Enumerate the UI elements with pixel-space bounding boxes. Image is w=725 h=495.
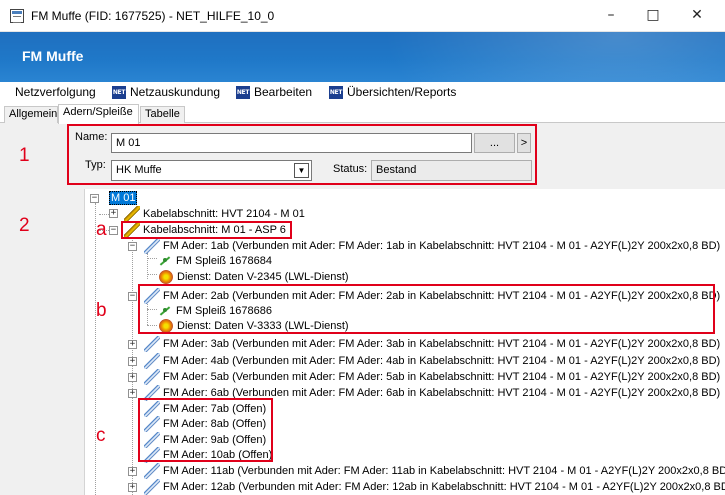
tree-node-label: FM Ader: 11ab (Verbunden mit Ader: FM Ad… (163, 464, 725, 477)
menu-uebersichten-reports[interactable]: NET Übersichten/Reports (329, 85, 456, 99)
tree-node-label: Kabelabschnitt: HVT 2104 - M 01 (143, 207, 305, 220)
collapse-toggle[interactable]: − (90, 194, 99, 203)
header-band: FM Muffe (0, 32, 725, 82)
page-title: FM Muffe (22, 48, 84, 64)
tree-node-label: FM Spleiß 1678684 (176, 254, 272, 267)
annotation-label-a: a (96, 219, 107, 240)
net-icon: NET (329, 85, 343, 99)
fiber-icon (144, 462, 160, 479)
tree-connector (95, 203, 96, 495)
expand-toggle[interactable]: + (128, 357, 137, 366)
collapse-toggle[interactable]: − (128, 242, 137, 251)
tree-node-fiber[interactable]: FM Ader: 11ab (Verbunden mit Ader: FM Ad… (144, 462, 725, 479)
tree-node-fiber[interactable]: FM Ader: 3ab (Verbunden mit Ader: FM Ade… (144, 335, 720, 352)
tree-node-fiber[interactable]: FM Ader: 4ab (Verbunden mit Ader: FM Ade… (144, 352, 720, 369)
menu-bar: Netzverfolgung NET Netzauskundung NET Be… (0, 82, 725, 104)
fiber-icon (144, 368, 160, 385)
tree-node-label: FM Ader: 12ab (Verbunden mit Ader: FM Ad… (163, 480, 725, 493)
tree-connector (147, 274, 157, 275)
menu-item-label: Übersichten/Reports (347, 85, 457, 99)
net-icon: NET (112, 85, 126, 99)
expand-toggle[interactable]: + (128, 389, 137, 398)
tree-node-fiber[interactable]: FM Ader: 5ab (Verbunden mit Ader: FM Ade… (144, 368, 720, 385)
tab-adern-spleisse[interactable]: Adern/Spleiße (58, 104, 139, 124)
annotation-label-c: c (96, 425, 106, 446)
cable-icon (124, 205, 140, 222)
tree-node-label: FM Ader: 3ab (Verbunden mit Ader: FM Ade… (163, 337, 721, 350)
tree-node-label: FM Ader: 6ab (Verbunden mit Ader: FM Ade… (163, 386, 721, 399)
maximize-icon[interactable]: □ (642, 4, 664, 26)
tree-node-label: Dienst: Daten V-2345 (LWL-Dienst) (177, 270, 349, 283)
tab-allgemein[interactable]: Allgemein (4, 106, 58, 123)
menu-item-label: Netzauskundung (130, 85, 221, 99)
annotation-label-b: b (96, 300, 107, 321)
expand-toggle[interactable]: + (128, 340, 137, 349)
expand-toggle[interactable]: + (128, 467, 137, 476)
tree-node-splice[interactable]: FM Spleiß 1678684 (157, 252, 272, 269)
fiber-icon (144, 352, 160, 369)
menu-item-label: Netzverfolgung (15, 85, 96, 99)
fiber-icon (144, 478, 160, 495)
tree-connector (147, 258, 157, 259)
tree-node-label: FM Ader: 5ab (Verbunden mit Ader: FM Ade… (163, 370, 721, 383)
expand-toggle[interactable]: + (128, 483, 137, 492)
annotation-box-c (138, 398, 273, 462)
tree-connector (147, 253, 148, 279)
close-icon[interactable]: ✕ (686, 4, 708, 26)
tree-connector (132, 237, 133, 495)
net-icon: NET (236, 85, 250, 99)
tree-node-label: FM Ader: 4ab (Verbunden mit Ader: FM Ade… (163, 354, 721, 367)
service-icon (159, 269, 173, 284)
menu-bearbeiten[interactable]: NET Bearbeiten (236, 85, 312, 99)
tab-strip: Allgemein Adern/Spleiße Tabelle (0, 104, 725, 124)
annotation-box-a (121, 221, 292, 239)
annotation-label-1: 1 (19, 145, 30, 166)
tree-node-service[interactable]: Dienst: Daten V-2345 (LWL-Dienst) (159, 268, 349, 285)
tree-node-fiber[interactable]: FM Ader: 12ab (Verbunden mit Ader: FM Ad… (144, 478, 725, 495)
expand-toggle[interactable]: + (128, 373, 137, 382)
splice-icon (157, 253, 173, 269)
annotation-box-b (138, 284, 715, 334)
annotation-label-2: 2 (19, 215, 30, 236)
menu-netzauskundung[interactable]: NET Netzauskundung (112, 85, 220, 99)
collapse-toggle[interactable]: − (109, 226, 118, 235)
tree-node-label: FM Ader: 1ab (Verbunden mit Ader: FM Ade… (163, 239, 721, 252)
menu-netzverfolgung[interactable]: Netzverfolgung (15, 85, 96, 99)
app-window-icon (10, 9, 24, 23)
tree-root-node[interactable]: M 01 (109, 189, 138, 206)
fiber-icon (144, 335, 160, 352)
collapse-toggle[interactable]: − (128, 292, 137, 301)
expand-toggle[interactable]: + (109, 209, 118, 218)
minimize-icon[interactable]: – (600, 4, 622, 26)
tree-root-label: M 01 (109, 190, 138, 205)
annotation-box-1 (67, 124, 537, 185)
window-title: FM Muffe (FID: 1677525) - NET_HILFE_10_0 (31, 9, 275, 23)
menu-item-label: Bearbeiten (254, 85, 313, 99)
title-bar: FM Muffe (FID: 1677525) - NET_HILFE_10_0… (0, 0, 725, 32)
tab-tabelle[interactable]: Tabelle (140, 106, 185, 123)
tree-node-cable[interactable]: Kabelabschnitt: HVT 2104 - M 01 (124, 205, 305, 222)
